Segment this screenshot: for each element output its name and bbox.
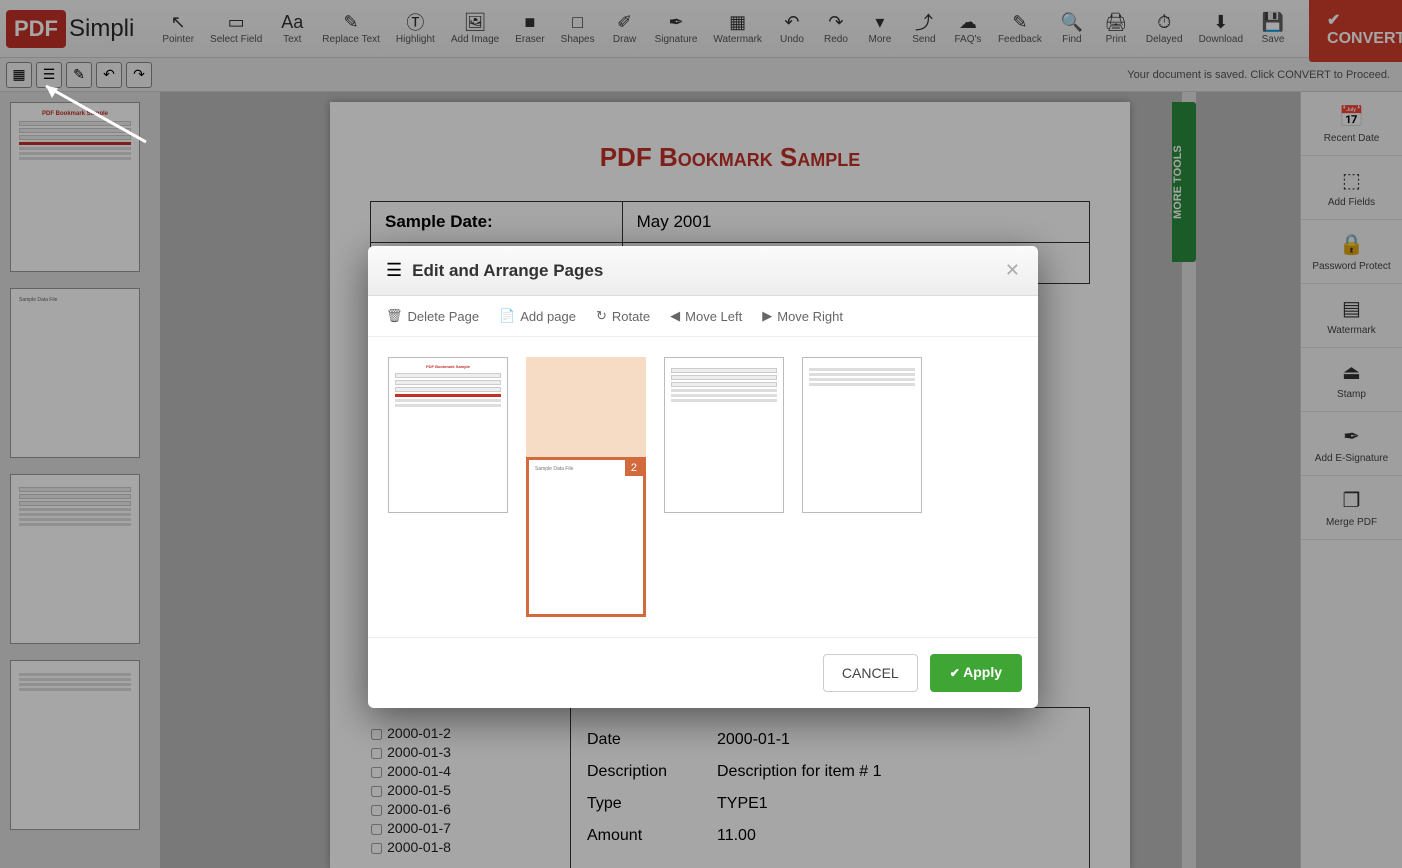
modal-body: PDF Bookmark Sample 2 Sample Data File [368, 337, 1038, 637]
modal-header: ☰ Edit and Arrange Pages ✕ [368, 246, 1038, 296]
modal-delete-page-button[interactable]: 🗑Delete Page [386, 308, 479, 324]
modal-page-thumb[interactable] [664, 357, 784, 513]
modal-toolbar: 🗑Delete Page 📄Add page ↻Rotate ◀Move Left ▶M… [368, 296, 1038, 337]
modal-move-left-button[interactable]: ◀Move Left [670, 308, 742, 324]
modal-page-thumb[interactable] [802, 357, 922, 513]
modal-footer: CANCEL Apply [368, 637, 1038, 708]
modal-title: Edit and Arrange Pages [412, 261, 603, 281]
modal-move-right-button[interactable]: ▶Move Right [762, 308, 843, 324]
modal-page-thumb[interactable]: PDF Bookmark Sample [388, 357, 508, 513]
pages-icon: ☰ [386, 260, 402, 281]
cancel-button[interactable]: CANCEL [823, 654, 918, 692]
modal-add-page-button[interactable]: 📄Add page [499, 308, 576, 324]
modal-rotate-button[interactable]: ↻Rotate [596, 308, 650, 324]
apply-button[interactable]: Apply [930, 654, 1022, 692]
modal-page-thumb-selected[interactable]: 2 Sample Data File [526, 457, 646, 617]
edit-arrange-modal: ☰ Edit and Arrange Pages ✕ 🗑Delete Page 📄… [368, 246, 1038, 708]
modal-insert-slot[interactable]: 2 Sample Data File [526, 357, 646, 513]
page-number-badge: 2 [625, 460, 643, 476]
close-icon[interactable]: ✕ [1005, 260, 1020, 281]
